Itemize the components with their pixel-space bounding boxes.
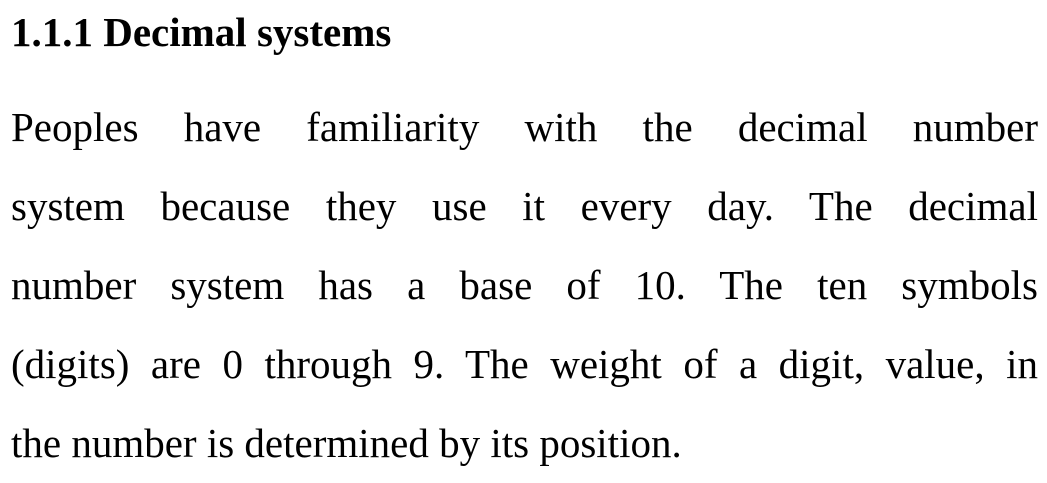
body-paragraph: Peoples have familiarity with the decima… <box>11 57 1038 483</box>
paragraph-line-3: number system has a base of 10. The ten … <box>11 262 1038 308</box>
paragraph-line-4: (digits) are 0 through 9. The weight of … <box>11 341 1038 387</box>
paragraph-line-5: the number is determined by its position… <box>11 420 682 466</box>
paragraph-line-1: Peoples have familiarity with the decima… <box>11 104 1038 150</box>
paragraph-line-2: system because they use it every day. Th… <box>11 183 1038 229</box>
section-heading: 1.1.1 Decimal systems <box>11 9 392 55</box>
document-section: 1.1.1 Decimal systems Peoples have famil… <box>11 0 1038 483</box>
